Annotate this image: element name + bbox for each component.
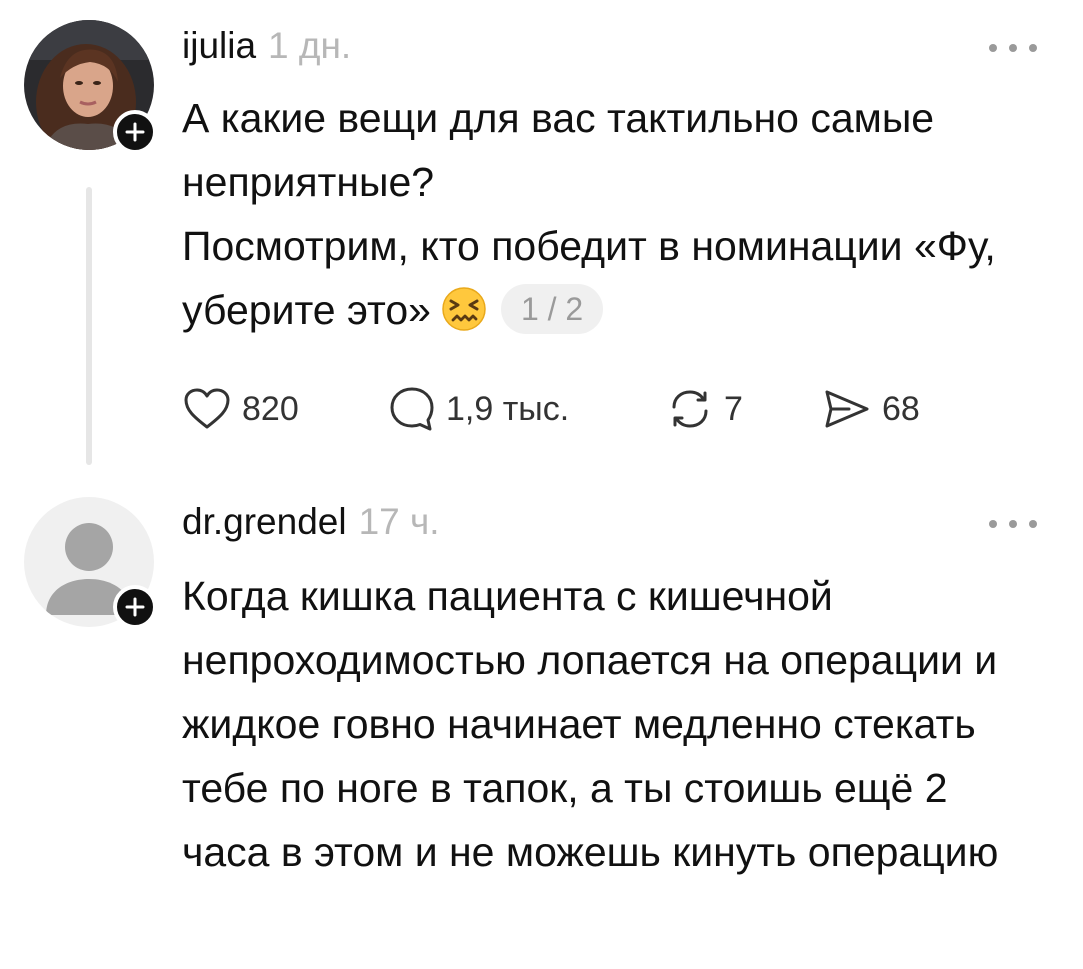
repost-count: 7 bbox=[724, 390, 743, 428]
follow-button-ijulia[interactable] bbox=[113, 110, 157, 154]
share-button[interactable]: 68 bbox=[822, 384, 920, 434]
confounded-face-icon bbox=[441, 286, 487, 350]
more-dots-icon bbox=[989, 44, 997, 52]
username[interactable]: ijulia bbox=[182, 25, 256, 66]
more-dots-icon bbox=[1009, 44, 1017, 52]
more-options-button[interactable] bbox=[989, 514, 1037, 534]
post-meta: dr.grendel 17 ч. bbox=[182, 500, 440, 544]
send-icon bbox=[825, 390, 869, 428]
more-dots-icon bbox=[989, 520, 997, 528]
post-ijulia: ijulia 1 дн. А какие вещи для вас тактиль… bbox=[0, 0, 1083, 470]
post-text: Когда кишка пациента с кишечной непроход… bbox=[182, 564, 1042, 884]
more-dots-icon bbox=[1029, 44, 1037, 52]
comment-bubble-icon bbox=[390, 387, 434, 431]
plus-icon bbox=[125, 597, 145, 617]
post-text-paragraph: Посмотрим, кто победит в номинации «Фу, … bbox=[182, 214, 1042, 350]
post-text-paragraph: Когда кишка пациента с кишечной непроход… bbox=[182, 573, 999, 875]
like-button[interactable]: 820 bbox=[182, 384, 299, 434]
more-dots-icon bbox=[1029, 520, 1037, 528]
repost-icon bbox=[672, 390, 708, 428]
share-count: 68 bbox=[882, 390, 920, 428]
repost-button[interactable]: 7 bbox=[666, 384, 743, 434]
username[interactable]: dr.grendel bbox=[182, 501, 347, 542]
post-actions: 820 1,9 тыс. 7 68 bbox=[182, 384, 962, 434]
image-page-indicator[interactable]: 1 / 2 bbox=[500, 284, 604, 334]
post-meta: ijulia 1 дн. bbox=[182, 24, 351, 68]
more-dots-icon bbox=[1009, 520, 1017, 528]
post-time: 1 дн. bbox=[268, 25, 352, 66]
post-time: 17 ч. bbox=[358, 501, 440, 542]
post-text-paragraph: А какие вещи для вас тактильно самые неп… bbox=[182, 95, 935, 205]
more-options-button[interactable] bbox=[989, 38, 1037, 58]
post-dr-grendel: dr.grendel 17 ч. Когда кишка пациента с к… bbox=[0, 470, 1083, 969]
follow-button-dr-grendel[interactable] bbox=[113, 585, 157, 629]
heart-icon bbox=[184, 388, 230, 429]
like-count: 820 bbox=[242, 390, 299, 428]
thread-line bbox=[86, 187, 92, 465]
comment-count: 1,9 тыс. bbox=[446, 390, 570, 428]
plus-icon bbox=[125, 122, 145, 142]
post-text: А какие вещи для вас тактильно самые неп… bbox=[182, 86, 1042, 350]
comment-button[interactable]: 1,9 тыс. bbox=[388, 384, 569, 434]
